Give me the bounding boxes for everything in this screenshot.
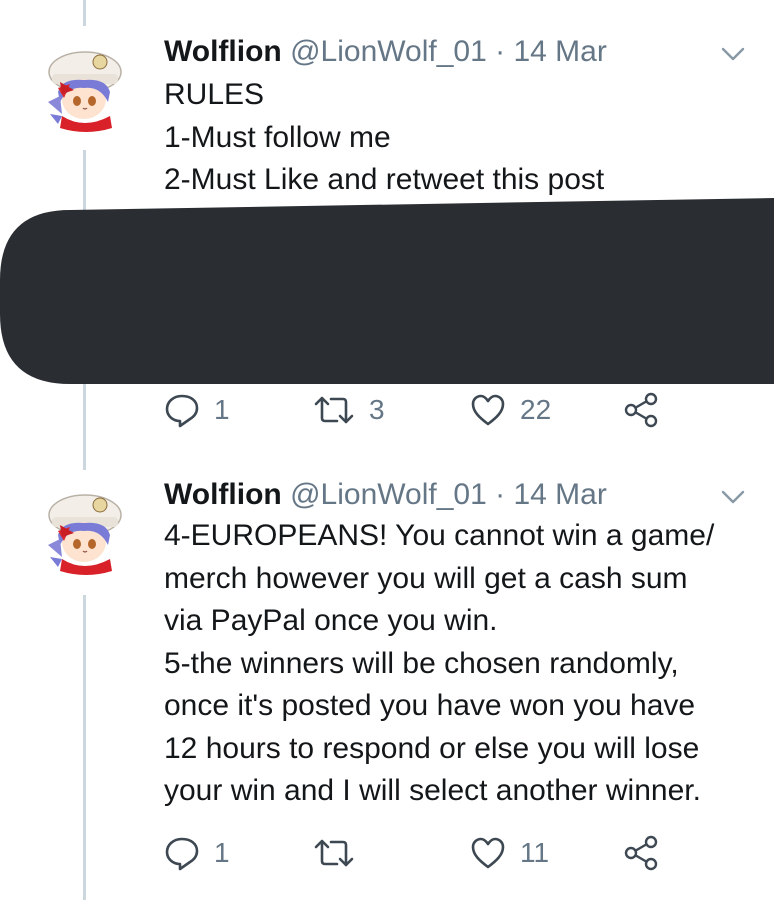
reply-count: 1 xyxy=(214,394,230,425)
chevron-down-icon xyxy=(721,490,745,504)
like-count: 11 xyxy=(520,837,550,868)
like-count: 22 xyxy=(520,394,552,425)
retweet-count: 3 xyxy=(369,394,385,425)
tweet-line: your win and I will select another winne… xyxy=(164,774,701,807)
tweet-actions: 1 11 xyxy=(0,833,774,873)
reply-button[interactable]: 1 xyxy=(164,833,230,873)
redaction-block xyxy=(0,198,774,384)
share-button[interactable] xyxy=(622,390,660,430)
reply-icon xyxy=(165,394,199,428)
tweet-line: RULES xyxy=(164,78,265,111)
avatar[interactable] xyxy=(40,44,130,134)
retweet-icon xyxy=(314,839,354,867)
reply-count: 1 xyxy=(214,837,230,868)
handle[interactable]: @LionWolf_01 xyxy=(290,35,487,68)
share-icon xyxy=(624,835,658,871)
retweet-icon xyxy=(314,396,354,424)
share-button[interactable] xyxy=(622,833,660,873)
like-button[interactable]: 22 xyxy=(470,390,551,430)
display-name[interactable]: Wolflion xyxy=(164,478,282,511)
retweet-button[interactable]: 3 xyxy=(313,390,385,430)
retweet-button[interactable] xyxy=(313,833,369,873)
heart-icon xyxy=(471,394,505,426)
tweet-actions: 1 3 22 xyxy=(0,390,774,430)
reply-button[interactable]: 1 xyxy=(164,390,230,430)
like-button[interactable]: 11 xyxy=(470,833,549,873)
more-options-button[interactable] xyxy=(718,44,748,64)
tweet-line: 12 hours to respond or else you will los… xyxy=(164,731,700,765)
tweet-header: Wolflion @LionWolf_01 · 14 Mar xyxy=(164,32,607,72)
separator: · xyxy=(495,478,506,511)
timestamp[interactable]: 14 Mar xyxy=(513,478,606,511)
tweet-header: Wolflion @LionWolf_01 · 14 Mar xyxy=(164,475,607,515)
more-options-button[interactable] xyxy=(718,487,748,507)
tweet-text: RULES 1-Must follow me 2-Must Like and r… xyxy=(164,74,604,202)
tweet-line: 2-Must Like and retweet this post xyxy=(164,163,605,196)
avatar[interactable] xyxy=(40,487,130,577)
share-icon xyxy=(624,392,658,428)
tweet-text: 4-EUROPEANS! You cannot win a game/ merc… xyxy=(164,515,714,813)
tweet-line: merch however you will get a cash sum xyxy=(164,561,688,595)
handle[interactable]: @LionWolf_01 xyxy=(290,478,487,511)
timestamp[interactable]: 14 Mar xyxy=(513,35,606,68)
reply-icon xyxy=(165,837,199,871)
tweet-line: 1-Must follow me xyxy=(164,120,391,154)
chevron-down-icon xyxy=(721,47,745,61)
tweet-line: via PayPal once you win. xyxy=(164,604,498,637)
heart-icon xyxy=(471,837,505,869)
thread-line-top xyxy=(83,0,86,26)
tweet-line: 5-the winners will be chosen randomly, xyxy=(164,646,679,680)
tweet-line: 4-EUROPEANS! You cannot win a game/ xyxy=(164,519,715,552)
tweet-line: once it's posted you have won you have xyxy=(164,689,696,722)
display-name[interactable]: Wolflion xyxy=(164,35,282,68)
separator: · xyxy=(495,35,506,68)
